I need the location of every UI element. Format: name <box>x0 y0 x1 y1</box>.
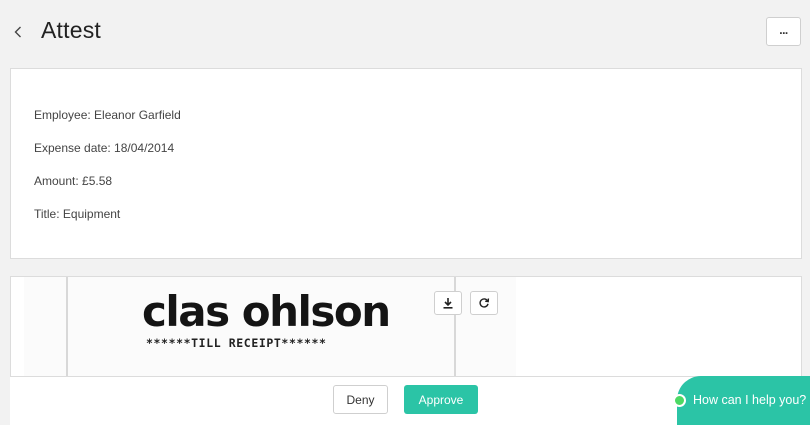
more-icon: ... <box>779 22 788 37</box>
receipt-logo: clas ohlson <box>142 287 391 336</box>
chevron-left-icon <box>14 26 21 38</box>
online-status-icon <box>673 394 686 407</box>
title-field: Title: Equipment <box>34 207 121 221</box>
download-button[interactable] <box>434 291 462 315</box>
approve-button[interactable]: Approve <box>404 385 478 414</box>
receipt-edge-left <box>66 277 68 378</box>
rotate-button[interactable] <box>470 291 498 315</box>
expense-details-card: Employee: Eleanor Garfield Expense date:… <box>10 68 802 259</box>
more-options-button[interactable]: ... <box>766 17 801 46</box>
amount-field: Amount: £5.58 <box>34 174 113 188</box>
chat-label: How can I help you? <box>693 393 807 407</box>
back-button[interactable] <box>10 22 26 42</box>
chat-widget[interactable]: How can I help you? <box>673 376 810 425</box>
download-icon <box>443 298 453 309</box>
rotate-icon <box>479 298 490 308</box>
receipt-subtitle: ******TILL RECEIPT****** <box>146 336 327 350</box>
employee-field: Employee: Eleanor Garfield <box>34 108 181 122</box>
deny-button[interactable]: Deny <box>333 385 388 414</box>
page-title: Attest <box>41 17 102 43</box>
page-header: Attest ... <box>0 0 810 66</box>
expense-date-field: Expense date: 18/04/2014 <box>34 141 175 155</box>
